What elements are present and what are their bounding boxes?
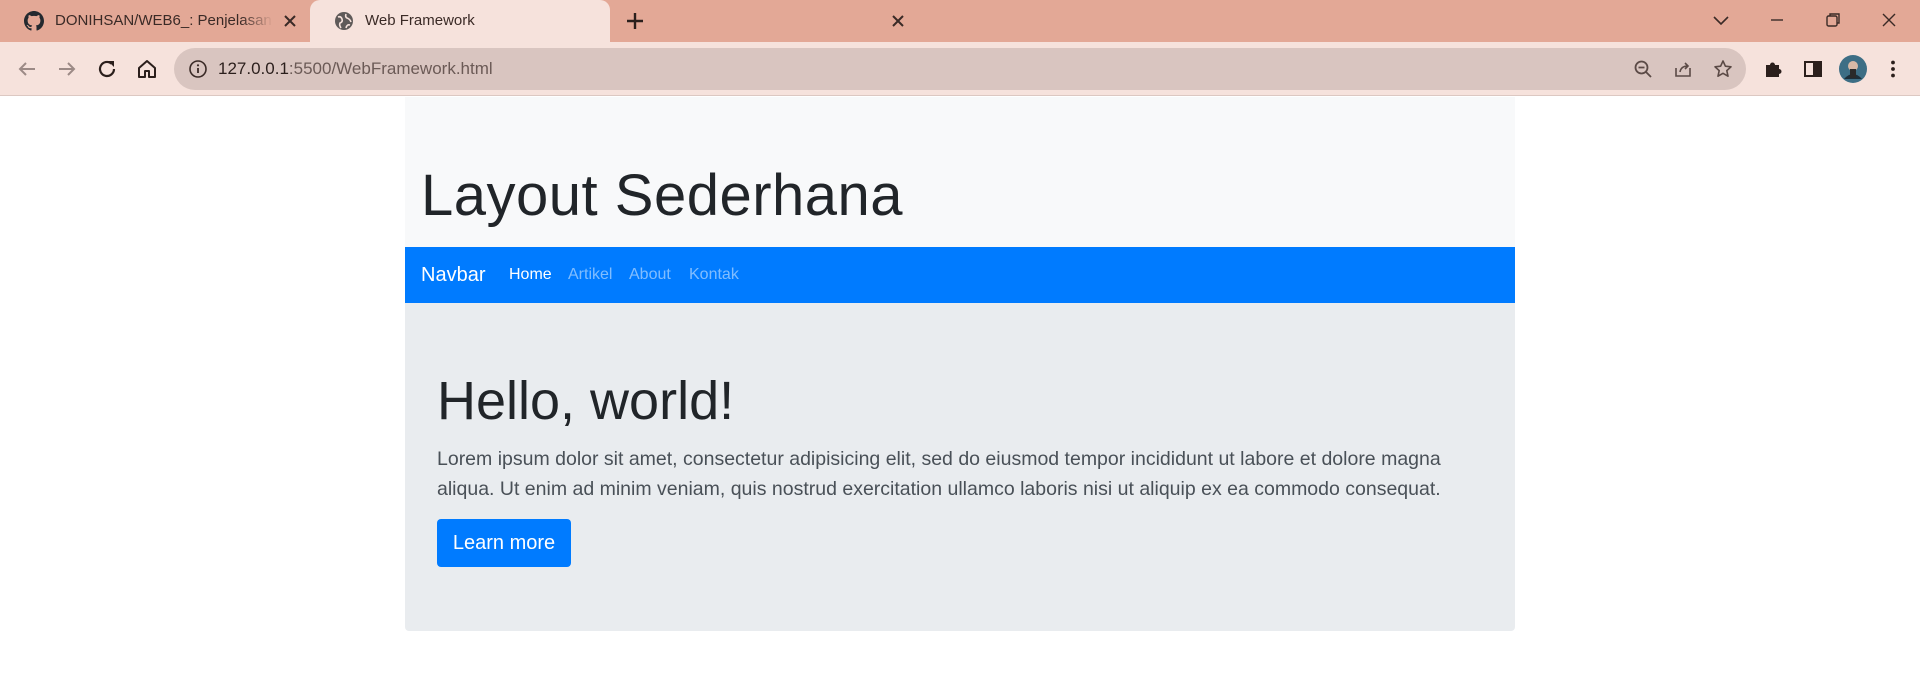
github-icon [24,11,44,31]
url-host: 127.0.0.1 [218,59,289,78]
nav-link-home[interactable]: Home [509,266,552,284]
tab-web-framework[interactable]: Web Framework [310,0,904,42]
page-title: Layout Sederhana [421,163,904,228]
browser-toolbar: 127.0.0.1:5500/WebFramework.html [0,42,1920,96]
profile-avatar[interactable] [1838,54,1868,84]
more-menu-icon[interactable] [1880,56,1906,82]
side-panel-icon[interactable] [1800,56,1826,82]
address-url[interactable]: 127.0.0.1:5500/WebFramework.html [218,59,493,79]
home-icon[interactable] [134,56,160,82]
new-tab-plus-icon[interactable] [624,10,646,32]
back-arrow-icon[interactable] [14,56,40,82]
tab-search-chevron-icon[interactable] [1708,8,1734,32]
jumbotron-lead-text: Lorem ipsum dolor sit amet, consectetur … [437,448,1441,500]
nav-link-about[interactable]: About [629,266,671,284]
navbar-brand[interactable]: Navbar [421,264,485,286]
url-path: :5500/WebFramework.html [288,59,493,78]
nav-link-kontak[interactable]: Kontak [689,266,739,284]
tab-strip: DONIHSAN/WEB6_: Penjelasan Tentang Web F… [0,0,1920,42]
tab-title: Web Framework [365,12,475,29]
reload-icon[interactable] [94,56,120,82]
nav-link-artikel[interactable]: Artikel [568,266,612,284]
forward-arrow-icon[interactable] [54,56,80,82]
close-icon[interactable] [280,11,300,31]
bookmark-star-icon[interactable] [1712,58,1734,80]
restore-icon[interactable] [1820,8,1846,32]
minimize-icon[interactable] [1764,8,1790,32]
zoom-icon[interactable] [1632,58,1654,80]
close-window-icon[interactable] [1876,8,1902,32]
page-header: Layout Sederhana [405,97,1515,247]
navbar: Navbar Home Artikel About Kontak [405,247,1515,303]
learn-more-button[interactable]: Learn more [437,519,571,567]
page-viewport: Layout Sederhana Navbar Home Artikel Abo… [0,97,1920,689]
site-info-icon[interactable] [188,59,208,79]
tab-title: DONIHSAN/WEB6_: Penjelasan Tentang Web F… [55,12,273,29]
jumbotron-heading: Hello, world! [437,371,735,431]
share-icon[interactable] [1672,58,1694,80]
globe-icon [335,12,353,30]
close-icon[interactable] [888,11,908,31]
jumbotron: Hello, world! Lorem ipsum dolor sit amet… [405,303,1515,631]
page-container: Layout Sederhana Navbar Home Artikel Abo… [405,97,1515,631]
address-bar[interactable]: 127.0.0.1:5500/WebFramework.html [174,48,1746,90]
extensions-puzzle-icon[interactable] [1760,56,1786,82]
tab-github[interactable]: DONIHSAN/WEB6_: Penjelasan Tentang Web F… [0,0,308,42]
